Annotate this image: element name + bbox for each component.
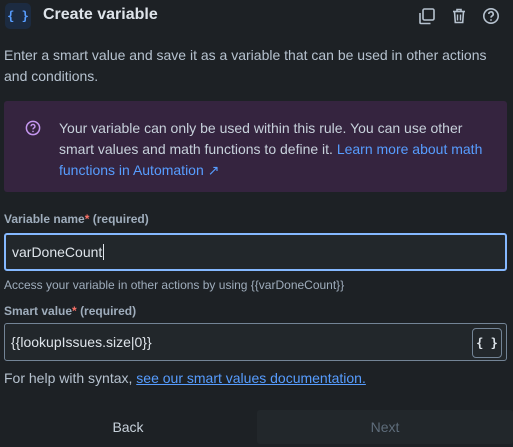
smart-value-picker-button[interactable]: { } [472, 328, 502, 358]
modal-header: { } Create variable [0, 0, 513, 32]
delete-button[interactable] [448, 5, 470, 27]
variable-name-helper: Access your variable in other actions by… [4, 278, 345, 292]
help-icon [483, 8, 499, 24]
modal-title: Create variable [43, 6, 158, 23]
trash-icon [453, 8, 465, 24]
next-button[interactable]: Next [257, 410, 513, 444]
syntax-help-prefix: For help with syntax, [4, 370, 133, 386]
smart-value-label: Smart value* (required) [4, 304, 136, 318]
duplicate-button[interactable] [416, 5, 438, 27]
variable-name-value-wrap: varDoneCount [12, 244, 105, 260]
help-button[interactable] [480, 5, 502, 27]
variable-name-input[interactable]: varDoneCount [4, 233, 507, 271]
variable-name-value: varDoneCount [12, 244, 103, 260]
info-text: Your variable can only be used within th… [59, 118, 489, 181]
braces-icon: { } [5, 3, 31, 29]
back-button[interactable]: Back [0, 410, 256, 444]
syntax-help: For help with syntax, see our smart valu… [4, 370, 366, 386]
text-caret [103, 244, 105, 260]
required-asterisk: * [84, 212, 90, 226]
modal-description: Enter a smart value and save it as a var… [4, 47, 487, 84]
smart-values-docs-link[interactable]: see our smart values documentation. [136, 370, 366, 386]
variable-name-label-text: Variable name [4, 212, 85, 226]
question-circle-icon [25, 120, 41, 136]
smart-value-value: {{lookupIssues.size|0}} [11, 334, 152, 350]
required-asterisk: * [72, 304, 77, 318]
info-panel: Your variable can only be used within th… [4, 101, 507, 192]
required-text: (required) [80, 304, 137, 318]
braces-icon: { } [476, 336, 498, 350]
smart-value-label-text: Smart value [4, 304, 73, 318]
required-text: (required) [92, 212, 149, 226]
smart-value-input[interactable]: {{lookupIssues.size|0}} { } [4, 323, 507, 361]
duplicate-icon [419, 8, 435, 25]
variable-name-label: Variable name* (required) [4, 212, 149, 226]
